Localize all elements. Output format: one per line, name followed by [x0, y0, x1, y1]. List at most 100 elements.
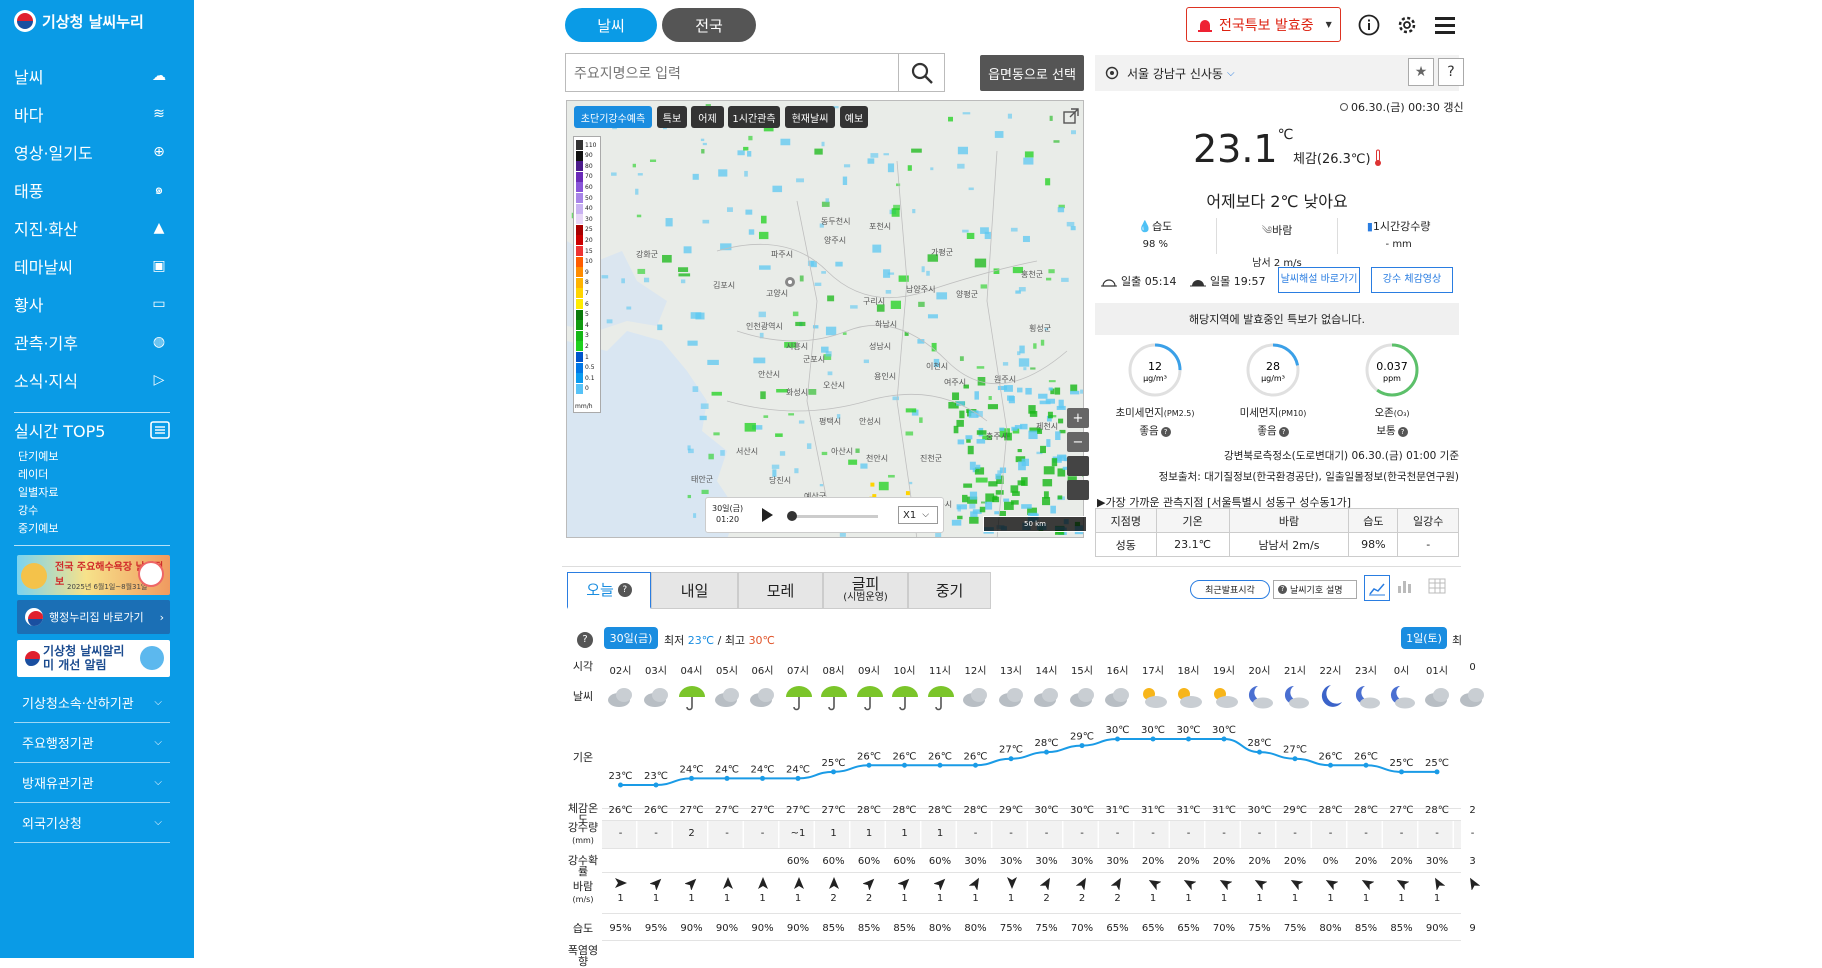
forecast-tab[interactable]: 글피(시범운영)	[823, 572, 908, 609]
question-icon[interactable]: ?	[1279, 427, 1289, 437]
forecast-humid: 70%	[1065, 923, 1100, 934]
table-view-icon[interactable]	[1428, 578, 1450, 600]
top5-header[interactable]: 실시간 TOP5	[14, 418, 170, 442]
map-tab[interactable]: 1시간관측	[728, 106, 780, 128]
max-temp: 30℃	[749, 634, 775, 647]
symbol-legend-button[interactable]: ?날씨기호 설명	[1273, 580, 1357, 599]
national-alert-button[interactable]: 전국특보 발효중 ▼	[1186, 7, 1341, 42]
sidebar-item-0[interactable]: 날씨☁	[14, 61, 170, 91]
top5-item[interactable]: 레이더	[18, 466, 58, 484]
legend-swatch	[576, 140, 583, 150]
top5-item[interactable]: 중기예보	[18, 520, 58, 538]
forecast-tab[interactable]: 중기	[908, 572, 991, 609]
external-link-icon[interactable]	[1063, 108, 1079, 124]
timeline-handle[interactable]	[787, 511, 797, 521]
map-layer-icon[interactable]	[1067, 480, 1089, 500]
question-icon[interactable]: ?	[1161, 427, 1171, 437]
map-tab[interactable]: 초단기강수예측	[574, 106, 652, 128]
sidebar-item-7[interactable]: 관측·기후◍	[14, 327, 170, 357]
zoom-in-button[interactable]: +	[1067, 408, 1089, 428]
related-site-accordion[interactable]: 방재유관기관⌵	[14, 763, 170, 803]
map-tab[interactable]: 예보	[840, 106, 868, 128]
forecast-humid: 85%	[1384, 923, 1419, 934]
search-button[interactable]	[899, 53, 945, 92]
forecast-time: 0시	[1384, 662, 1419, 677]
map-tab[interactable]: 특보	[657, 106, 687, 128]
map-tab[interactable]: 어제	[691, 106, 724, 128]
legend-swatch	[576, 225, 583, 235]
beach-banner[interactable]: 전국 주요해수욕장 날씨정보 2025년 6월1일~8월31일	[17, 555, 170, 595]
gov-portal-banner[interactable]: 행정누리집 바로가기 ›	[17, 600, 170, 634]
related-site-accordion[interactable]: 외국기상청⌵	[14, 803, 170, 843]
radar-map[interactable]: 강화군파주시양주시가평군동두천시포천시김포시고양시구리시남양주시양평군홍천군인천…	[566, 100, 1084, 538]
cloud-icon	[1102, 683, 1134, 711]
forecast-prob: 30%	[1420, 856, 1455, 867]
related-site-accordion[interactable]: 주요행정기관⌵	[14, 723, 170, 763]
alarm-banner[interactable]: 기상청 날씨알리미 개선 알림	[17, 640, 170, 677]
commentary-button[interactable]: 날씨해설 바로가기	[1278, 267, 1360, 293]
obs-cell: 98%	[1349, 533, 1398, 557]
chart-view-button[interactable]	[1364, 575, 1390, 601]
droplet-icon: 💧	[1138, 220, 1152, 233]
map-tab[interactable]: 현재날씨	[785, 106, 835, 128]
related-site-accordion[interactable]: 기상청소속·산하기관⌵	[14, 683, 170, 723]
sidebar-item-label: 소식·지식	[14, 368, 78, 392]
question-icon[interactable]: ?	[577, 632, 593, 648]
search-input[interactable]	[565, 53, 899, 92]
legend-swatch	[576, 363, 583, 373]
caret-down-icon: ▼	[1326, 20, 1332, 29]
zoom-out-button[interactable]: −	[1067, 432, 1089, 452]
sidebar-item-3[interactable]: 태풍๑	[14, 175, 170, 205]
sidebar-item-2[interactable]: 영상·일기도⊕	[14, 137, 170, 167]
bar-chart-icon[interactable]	[1396, 578, 1418, 600]
forecast-feels: 29℃	[1278, 805, 1313, 816]
speed-select[interactable]: X1⌵	[898, 506, 938, 524]
top5-item[interactable]: 강수	[18, 502, 58, 520]
sidebar-item-6[interactable]: 황사▭	[14, 289, 170, 319]
menu-icon[interactable]	[1432, 12, 1458, 38]
place-label: 화성시	[786, 387, 808, 398]
rain-label: ▮1시간강수량	[1338, 218, 1459, 234]
info-icon[interactable]	[1356, 12, 1382, 38]
temperature-point	[1080, 743, 1085, 748]
sidebar-item-4[interactable]: 지진·화산▲	[14, 213, 170, 243]
top5-item[interactable]: 일별자료	[18, 484, 58, 502]
forecast-tab[interactable]: 오늘?	[567, 572, 651, 609]
gear-icon[interactable]	[1394, 12, 1420, 38]
sidebar-item-5[interactable]: 테마날씨▣	[14, 251, 170, 281]
wind-label: ༄바람	[1217, 218, 1338, 249]
forecast-time: 12시	[958, 662, 993, 677]
sidebar-item-1[interactable]: 바다≋	[14, 99, 170, 129]
play-button[interactable]	[762, 508, 773, 522]
wind-arrow-icon	[1182, 876, 1196, 890]
forecast-time: 02시	[603, 662, 638, 677]
tab-nation[interactable]: 전국	[662, 8, 756, 42]
forecast-tab[interactable]: 모레	[738, 572, 823, 609]
forecast-rain: -	[958, 828, 993, 839]
latest-issue-button[interactable]: 최근발표시각	[1190, 580, 1270, 599]
temperature-label: 27℃	[999, 745, 1023, 756]
forecast-time: 01시	[1420, 662, 1455, 677]
sunrise: 일출 05:14	[1101, 273, 1176, 289]
rain-video-button[interactable]: 강수 체감영상	[1371, 267, 1453, 293]
forecast-humid: 90%	[710, 923, 745, 934]
forecast-tab[interactable]: 내일	[651, 572, 738, 609]
forecast-tab-label: 내일	[681, 584, 709, 598]
timeline-slider[interactable]	[788, 515, 878, 518]
forecast-rain: -	[1029, 828, 1064, 839]
location-bar[interactable]: 서울 강남구 신사동 ⌵	[1095, 55, 1459, 91]
ruler-icon[interactable]	[1067, 456, 1089, 476]
forecast-tab-row: 오늘?	[586, 583, 632, 597]
tab-weather[interactable]: 날씨	[565, 8, 657, 42]
sidebar-item-8[interactable]: 소식·지식▷	[14, 365, 170, 395]
site-logo[interactable]: 기상청 날씨누리	[14, 10, 144, 32]
help-button[interactable]: ?	[1438, 58, 1464, 86]
question-icon[interactable]: ?	[1398, 427, 1408, 437]
favorite-star-button[interactable]: ★	[1408, 58, 1434, 86]
legend-value: 8	[585, 279, 589, 286]
top5-item[interactable]: 단기예보	[18, 448, 58, 466]
rain-row-bg	[602, 820, 1461, 848]
wind-arrow-icon	[1253, 876, 1267, 890]
wind-arrow-icon	[614, 876, 628, 890]
select-district-button[interactable]: 읍면동으로 선택	[980, 55, 1084, 91]
